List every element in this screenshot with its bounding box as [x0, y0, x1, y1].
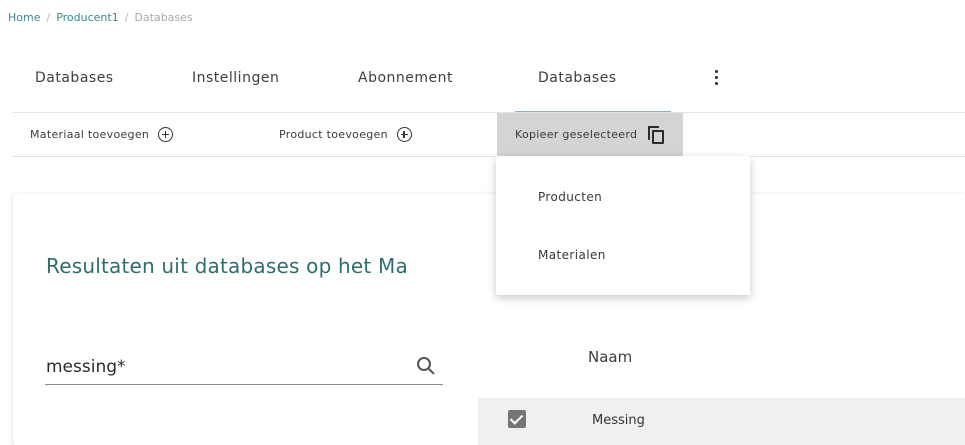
search-icon[interactable] — [417, 357, 435, 375]
search-input[interactable] — [45, 349, 443, 385]
results-title: Resultaten uit databases op het Ma — [46, 254, 408, 278]
tab-databases[interactable]: Databases — [35, 58, 114, 98]
tab-bar: Databases Instellingen Abonnement Databa… — [12, 58, 965, 114]
breadcrumb-producer-link[interactable]: Producent1 — [56, 11, 119, 24]
row-checkbox[interactable] — [508, 410, 526, 428]
results-card: Resultaten uit databases op het Ma Naam … — [13, 194, 965, 445]
row-name: Messing — [592, 413, 645, 428]
breadcrumb-home-link[interactable]: Home — [8, 11, 40, 24]
copy-selected-label: Kopieer geselecteerd — [515, 128, 638, 141]
add-product-label: Product toevoegen — [279, 128, 388, 141]
tab-databases-active[interactable]: Databases — [538, 58, 617, 98]
column-header-naam[interactable]: Naam — [588, 348, 632, 366]
add-product-button[interactable]: Product toevoegen — [279, 113, 412, 156]
copy-dropdown-menu: Producten Materialen — [496, 156, 750, 295]
tab-instellingen[interactable]: Instellingen — [192, 58, 279, 98]
tab-abonnement[interactable]: Abonnement — [358, 58, 453, 98]
add-material-button[interactable]: Materiaal toevoegen — [30, 113, 174, 156]
add-circle-icon — [158, 127, 174, 142]
menu-item-materialen[interactable]: Materialen — [496, 231, 750, 279]
toolbar: Materiaal toevoegen Product toevoegen Ko… — [12, 113, 965, 157]
add-material-label: Materiaal toevoegen — [30, 128, 150, 141]
more-vert-icon[interactable] — [709, 64, 723, 90]
breadcrumb-separator: / — [46, 11, 51, 24]
copy-icon — [648, 126, 665, 144]
breadcrumb-current: Databases — [134, 11, 193, 24]
breadcrumb-separator: / — [124, 11, 129, 24]
add-circle-icon — [396, 127, 412, 142]
menu-item-producten[interactable]: Producten — [496, 173, 750, 221]
copy-selected-button[interactable]: Kopieer geselecteerd — [497, 113, 684, 156]
breadcrumb: Home / Producent1 / Databases — [8, 11, 193, 24]
table-row[interactable]: Messing — [478, 398, 965, 445]
